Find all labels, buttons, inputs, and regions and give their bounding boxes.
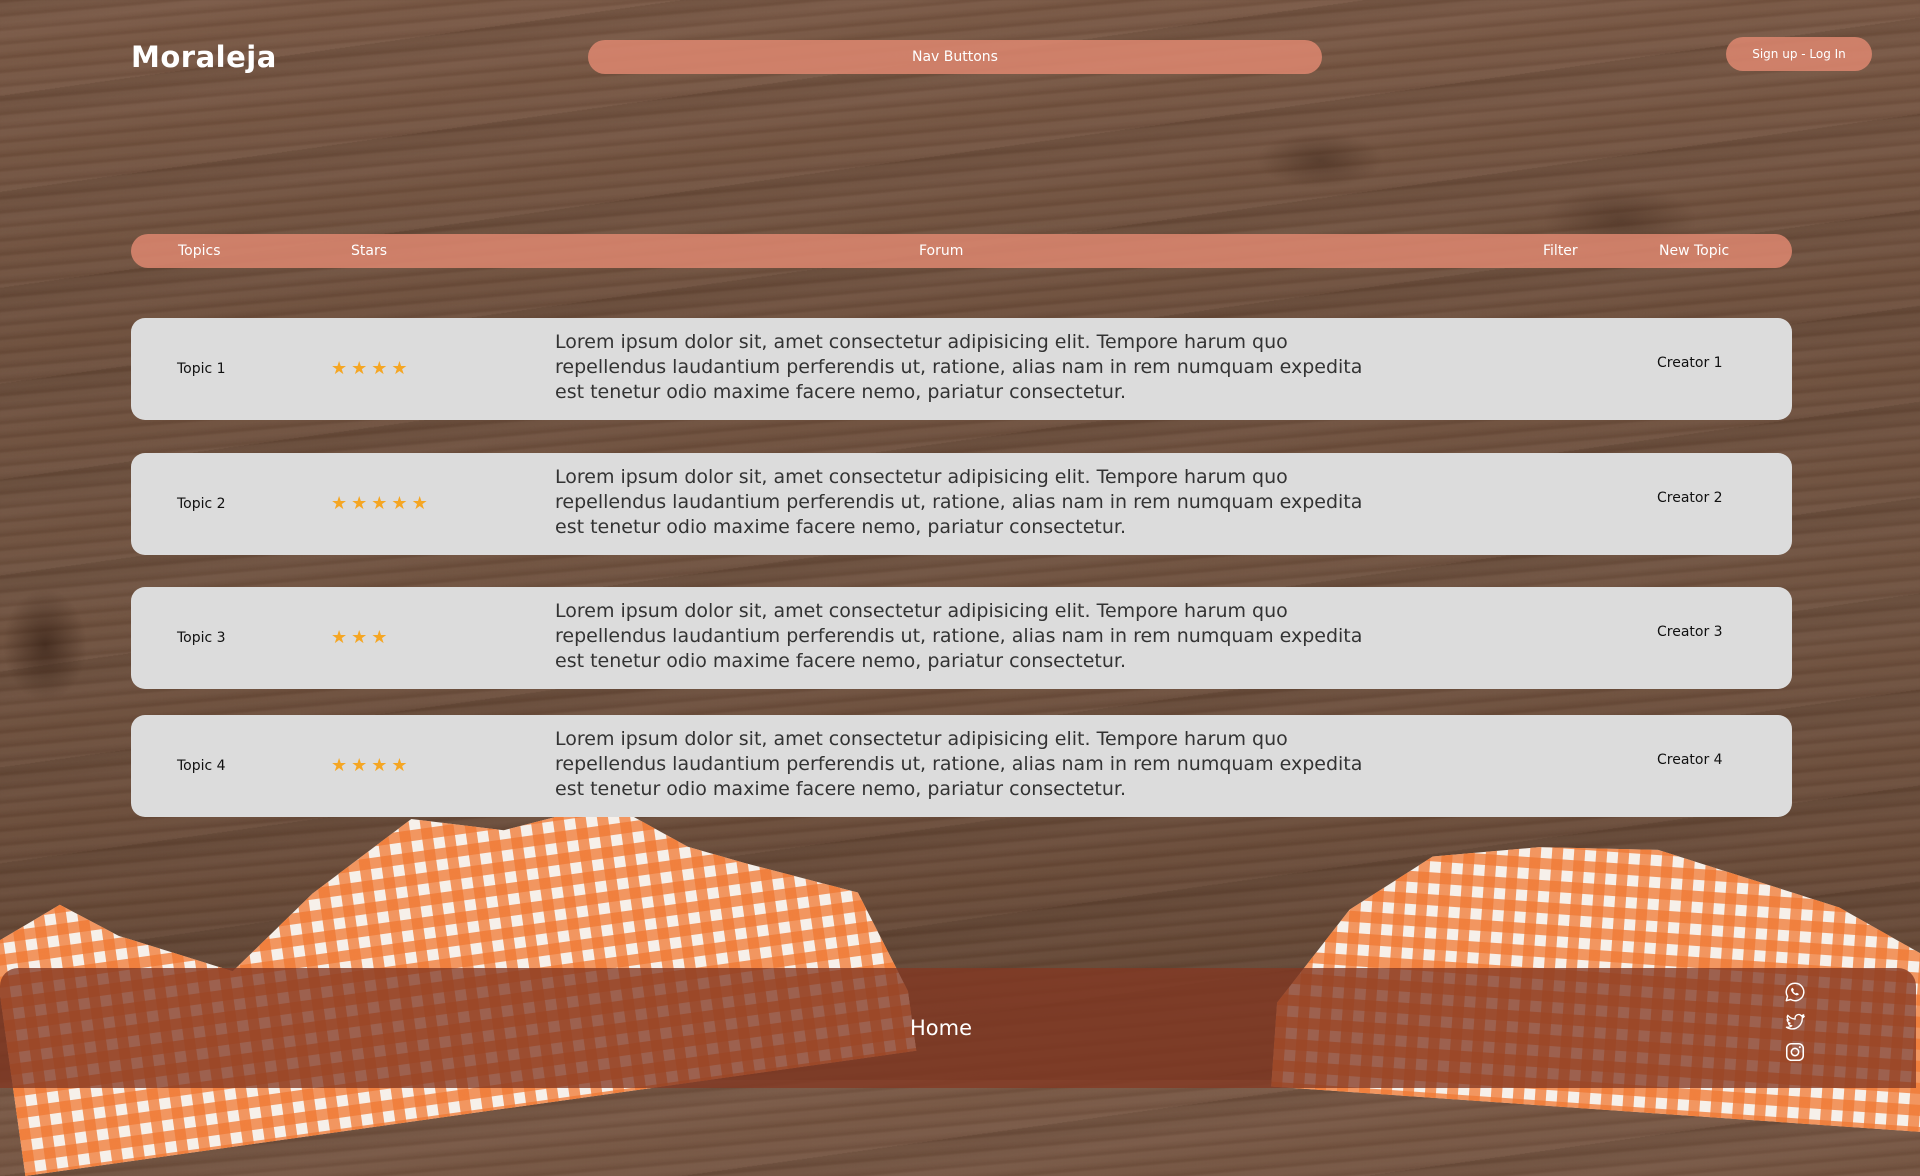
star-icon: ★ [351, 755, 368, 776]
star-icon: ★ [331, 358, 348, 379]
star-icon: ★ [331, 627, 348, 648]
star-icon: ★ [351, 493, 368, 514]
star-icon: ★ [351, 358, 368, 379]
star-icon: ★ [371, 358, 388, 379]
topic-description: Lorem ipsum dolor sit, amet consectetur … [555, 728, 1363, 800]
site-logo[interactable]: Moraleja [131, 40, 277, 74]
topic-creator[interactable]: Creator 1 [1657, 318, 1723, 408]
forum-header-bar: Topics Stars Forum Filter New Topic [131, 234, 1792, 268]
signup-login-button[interactable]: Sign up - Log In [1726, 37, 1872, 71]
topic-title[interactable]: Topic 4 [177, 715, 226, 817]
star-icon: ★ [371, 755, 388, 776]
topic-title[interactable]: Topic 2 [177, 453, 226, 555]
social-links [1784, 981, 1806, 1063]
home-link[interactable]: Home [0, 1016, 1882, 1040]
star-icon: ★ [371, 627, 388, 648]
star-icon: ★ [331, 493, 348, 514]
nav-buttons[interactable]: Nav Buttons [588, 40, 1322, 74]
topic-row[interactable]: Topic 3 ★ ★ ★ Lorem ipsum dolor sit, amet … [131, 587, 1792, 689]
column-topics[interactable]: Topics [178, 234, 221, 268]
column-forum[interactable]: Forum [919, 234, 963, 268]
topic-title[interactable]: Topic 1 [177, 318, 226, 420]
topic-creator[interactable]: Creator 4 [1657, 715, 1723, 805]
instagram-icon[interactable] [1784, 1041, 1806, 1063]
signup-login-label: Sign up - Log In [1752, 47, 1846, 61]
topic-description: Lorem ipsum dolor sit, amet consectetur … [555, 466, 1363, 538]
star-icon: ★ [331, 755, 348, 776]
topic-creator[interactable]: Creator 3 [1657, 587, 1723, 677]
topic-description: Lorem ipsum dolor sit, amet consectetur … [555, 331, 1363, 403]
star-icon: ★ [351, 627, 368, 648]
column-stars[interactable]: Stars [351, 234, 387, 268]
checkered-cloth-left [0, 754, 916, 1176]
topic-creator[interactable]: Creator 2 [1657, 453, 1723, 543]
star-rating: ★ ★ ★ ★ ★ [331, 453, 428, 555]
topic-row[interactable]: Topic 1 ★ ★ ★ ★ Lorem ipsum dolor sit, amet… [131, 318, 1792, 420]
star-icon: ★ [391, 358, 408, 379]
star-rating: ★ ★ ★ [331, 587, 387, 689]
star-icon: ★ [371, 493, 388, 514]
nav-buttons-label: Nav Buttons [912, 49, 998, 65]
star-icon: ★ [391, 493, 408, 514]
star-rating: ★ ★ ★ ★ [331, 318, 408, 420]
new-topic-button[interactable]: New Topic [1659, 234, 1729, 268]
site-footer: Home [0, 968, 1916, 1088]
star-icon: ★ [391, 755, 408, 776]
filter-button[interactable]: Filter [1543, 234, 1578, 268]
topic-row[interactable]: Topic 2 ★ ★ ★ ★ ★ Lorem ipsum dolor sit, ame… [131, 453, 1792, 555]
topic-description: Lorem ipsum dolor sit, amet consectetur … [555, 600, 1363, 672]
twitter-icon[interactable] [1784, 1011, 1806, 1033]
topic-title[interactable]: Topic 3 [177, 587, 226, 689]
star-icon: ★ [411, 493, 428, 514]
whatsapp-icon[interactable] [1784, 981, 1806, 1003]
star-rating: ★ ★ ★ ★ [331, 715, 408, 817]
topic-row[interactable]: Topic 4 ★ ★ ★ ★ Lorem ipsum dolor sit, amet… [131, 715, 1792, 817]
